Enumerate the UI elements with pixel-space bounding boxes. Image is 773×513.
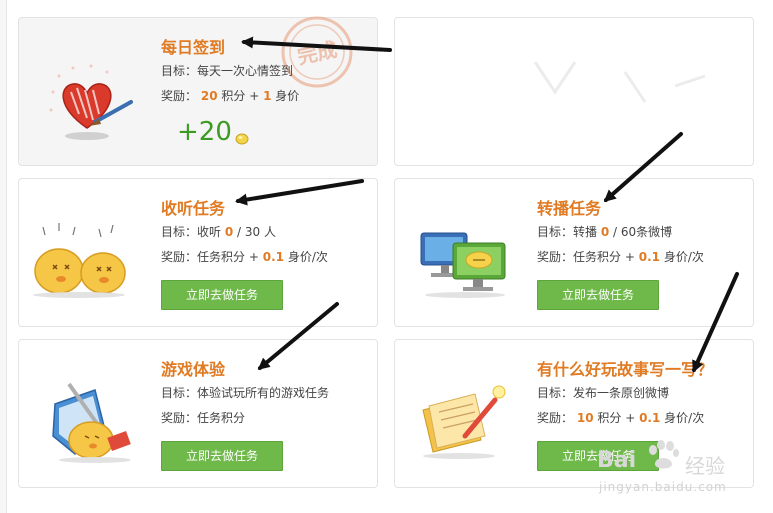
reward-prefix: 奖励： [161, 250, 198, 264]
goal-text: 发布一条原创微博 [573, 386, 670, 400]
chick-pair-icon [33, 223, 126, 298]
goal-current: 0 [224, 225, 234, 239]
reward-line: 奖励：任务积分 + 0.1 身价/次 [537, 248, 704, 265]
reward-line: 奖励：任务积分 + 0.1 身价/次 [161, 248, 328, 265]
card-daily-signin: 完成 每日签到 目标：每天一次心情签到 奖励： 20 积分 + 1 身价 +20 [18, 16, 378, 166]
goal-line: 目标：每天一次心情签到 [161, 62, 293, 79]
card-title: 有什么好玩故事写一写？ [537, 360, 714, 379]
reward-points-unit: 积分 + [597, 411, 636, 425]
reward-prefix: 奖励： [161, 411, 198, 425]
goal-line: 目标：发布一条原创微博 [537, 384, 669, 401]
reward-value-unit: 身价 [275, 89, 300, 103]
reward-value: 0.1 [638, 250, 660, 264]
goal-prefix: 目标： [161, 64, 198, 78]
task-panel: 完成 每日签到 目标：每天一次心情签到 奖励： 20 积分 + 1 身价 +20 [6, 0, 773, 513]
card-title: 转播任务 [537, 199, 602, 218]
goal-prefix: 目标： [161, 386, 198, 400]
goal-total: / 30 人 [237, 225, 276, 239]
notepad-pencil-icon [422, 385, 506, 459]
reward-line: 奖励：任务积分 [161, 409, 245, 426]
goal-text: 收听 [197, 225, 222, 239]
completed-stamp: 完成 [281, 16, 353, 88]
do-task-button[interactable]: 立即去做任务 [537, 280, 659, 310]
reward-value: 0.1 [639, 411, 661, 425]
card-placeholder [394, 17, 754, 166]
goal-text: 转播 [573, 225, 598, 239]
reward-prefix: 奖励： [161, 89, 198, 103]
goal-prefix: 目标： [537, 386, 574, 400]
computer-chat-icon [420, 232, 506, 298]
heart-brush-icon [49, 64, 133, 140]
watermark-url: jingyan.baidu.com [599, 480, 727, 494]
reward-value-unit: 身价/次 [287, 250, 328, 264]
reward-value-unit: 身价/次 [663, 250, 704, 264]
goal-prefix: 目标： [537, 225, 574, 239]
reward-value: 0.1 [262, 250, 284, 264]
goal-current: 0 [600, 225, 610, 239]
reward-points: 10 [576, 411, 594, 425]
goal-text: 体验试玩所有的游戏任务 [197, 386, 330, 400]
chick-shield-icon [52, 382, 131, 463]
reward-value: 1 [263, 89, 272, 103]
card-listen-task: 收听任务 目标：收听 0 / 30 人 奖励：任务积分 + 0.1 身价/次 立… [18, 178, 378, 327]
card-title: 收听任务 [161, 199, 226, 218]
card-title: 游戏体验 [161, 360, 226, 379]
reward-line: 奖励： 20 积分 + 1 身价 [161, 87, 299, 104]
reward-text: 任务积分 [197, 411, 246, 425]
card-game-task: 游戏体验 目标：体验试玩所有的游戏任务 奖励：任务积分 立即去做任务 [18, 339, 378, 488]
goal-prefix: 目标： [161, 225, 198, 239]
reward-prefix: 奖励： [537, 411, 574, 425]
reward-text: 任务积分 + [573, 250, 635, 264]
coin-icon [235, 133, 249, 145]
goal-text: 每天一次心情签到 [197, 64, 294, 78]
page-background: 完成 每日签到 目标：每天一次心情签到 奖励： 20 积分 + 1 身价 +20 [0, 0, 773, 513]
bonus-points: +20 [177, 117, 232, 147]
do-task-button[interactable]: 立即去做任务 [161, 441, 283, 471]
reward-prefix: 奖励： [537, 250, 574, 264]
goal-line: 目标：收听 0 / 30 人 [161, 223, 276, 240]
card-repost-task: 转播任务 目标：转播 0 / 60条微博 奖励：任务积分 + 0.1 身价/次 … [394, 178, 754, 327]
stamp-text: 完成 [295, 37, 339, 69]
reward-points-unit: 积分 + [221, 89, 260, 103]
paw-icon [649, 440, 679, 469]
watermark-brand: Bai [597, 448, 637, 473]
reward-points: 20 [200, 89, 218, 103]
reward-line: 奖励： 10 积分 + 0.1 身价/次 [537, 409, 704, 426]
goal-line: 目标：转播 0 / 60条微博 [537, 223, 672, 240]
reward-text: 任务积分 + [197, 250, 259, 264]
goal-line: 目标：体验试玩所有的游戏任务 [161, 384, 329, 401]
card-title: 每日签到 [161, 38, 226, 57]
reward-value-unit: 身价/次 [664, 411, 705, 425]
do-task-button[interactable]: 立即去做任务 [161, 280, 283, 310]
watermark-brand-cn: 经验 [685, 454, 725, 478]
baidu-watermark: Bai 经验 jingyan.baidu.com [597, 440, 767, 500]
faded-illustration [533, 61, 706, 103]
goal-total: / 60条微博 [613, 225, 673, 239]
